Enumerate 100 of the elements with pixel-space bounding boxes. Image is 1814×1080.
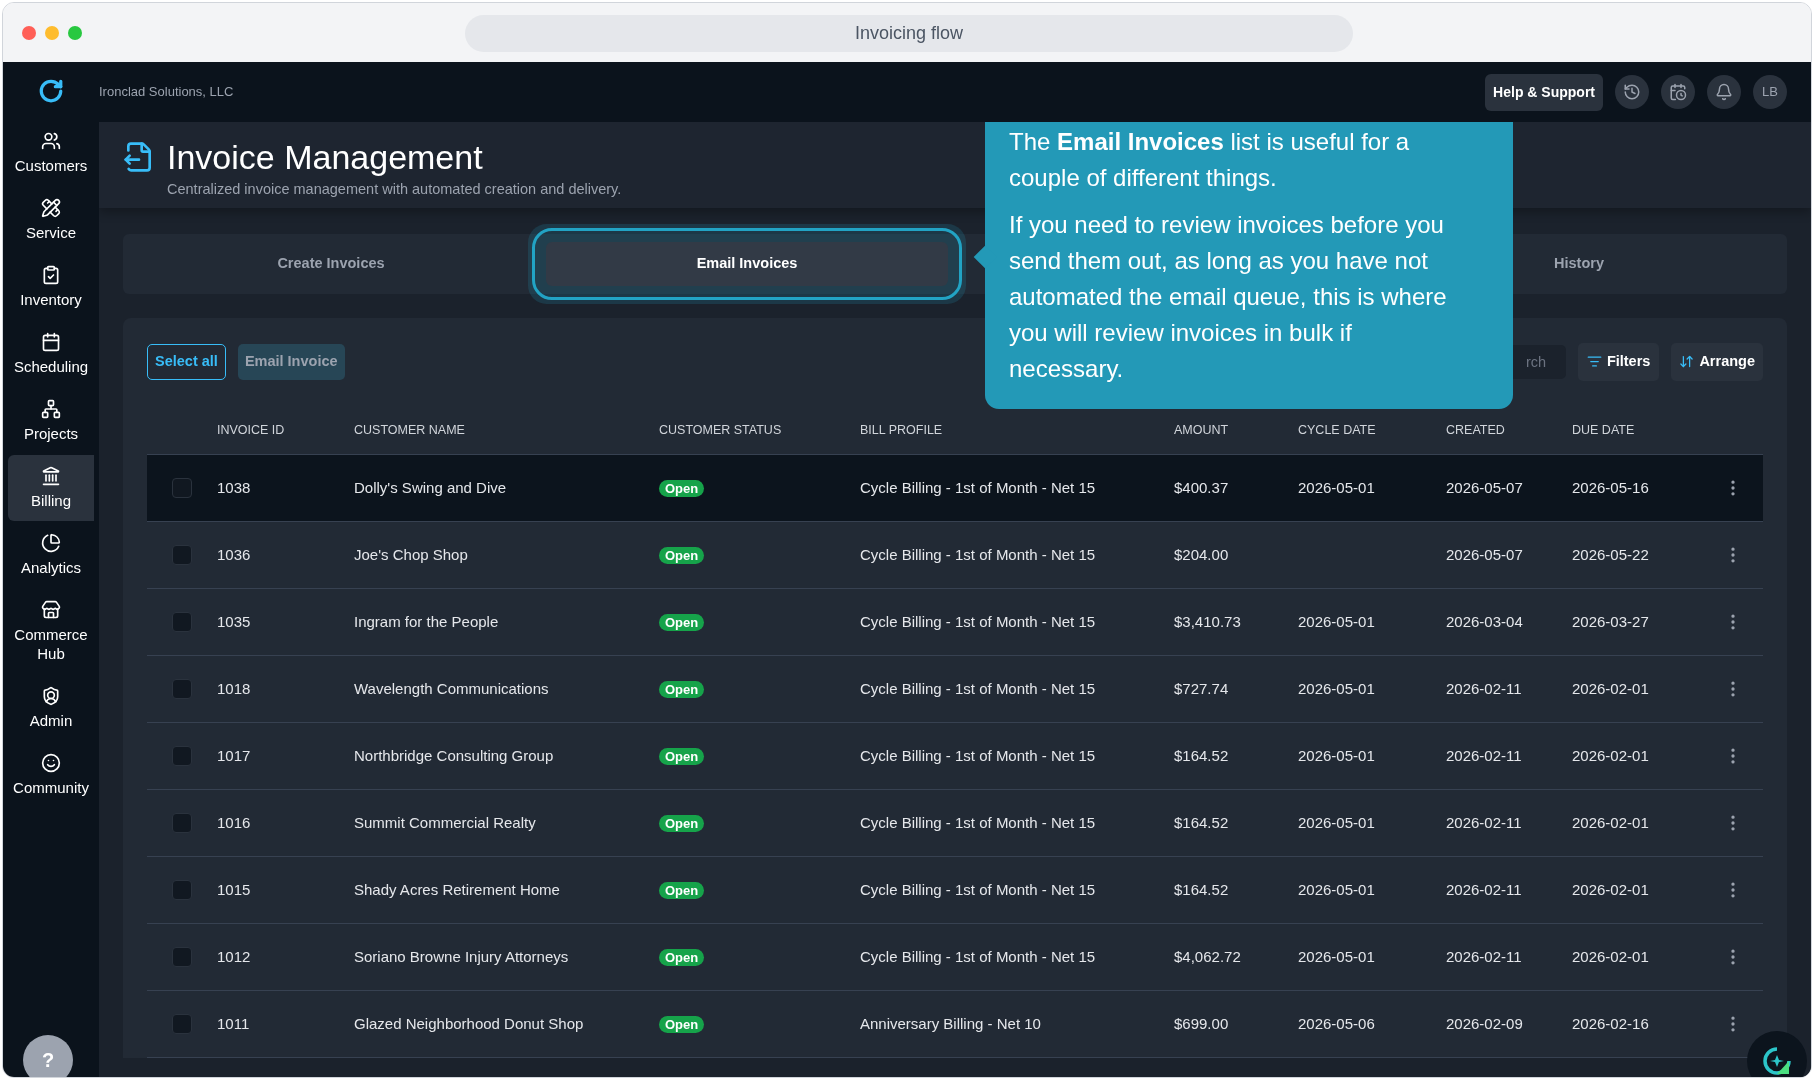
row-checkbox[interactable] — [172, 477, 192, 498]
history-button[interactable] — [1615, 75, 1649, 109]
table-cell: Dolly's Swing and Dive — [354, 478, 507, 496]
sort-icon — [1679, 354, 1695, 370]
nav-item[interactable]: Inventory — [8, 254, 94, 320]
column-header: BILL PROFILE — [860, 422, 944, 440]
logo-icon[interactable] — [38, 78, 64, 104]
table-cell: $400.37 — [1174, 478, 1229, 496]
table-cell: 2026-03-27 — [1572, 612, 1649, 630]
table-cell: 1015 — [217, 880, 251, 898]
company-name: Ironclad Solutions, LLC — [99, 83, 234, 102]
nav-item[interactable]: Projects — [8, 388, 94, 454]
status-pill: Open — [659, 1015, 705, 1033]
calendar-clock-icon — [1669, 83, 1687, 101]
row-checkbox[interactable] — [172, 946, 192, 967]
table-cell: Cycle Billing - 1st of Month - Net 15 — [860, 813, 1096, 831]
table-cell: 1036 — [217, 545, 251, 563]
table-cell: Cycle Billing - 1st of Month - Net 15 — [860, 880, 1096, 898]
table-cell: 2026-05-16 — [1572, 478, 1649, 496]
row-checkbox[interactable] — [172, 812, 192, 833]
page-subtitle: Centralized invoice management with automated creation and delivery. — [167, 180, 622, 199]
bank-icon — [41, 466, 61, 486]
avatar[interactable]: LB — [1753, 75, 1787, 109]
table-cell: $699.00 — [1174, 1014, 1229, 1032]
select-all-button[interactable]: Select all — [147, 344, 226, 380]
assistant-button[interactable] — [1747, 1031, 1807, 1077]
email-invoice-button[interactable]: Email Invoice — [237, 344, 345, 380]
table-cell: 2026-02-01 — [1572, 813, 1649, 831]
nav-item[interactable]: Billing — [8, 455, 94, 521]
store-icon — [41, 600, 61, 620]
nav-label: Billing — [30, 491, 72, 510]
row-checkbox[interactable] — [172, 1013, 192, 1034]
table-cell: 2026-05-07 — [1446, 545, 1523, 563]
table-cell: 2026-02-11 — [1446, 746, 1522, 764]
table-cell: Shady Acres Retirement Home — [354, 880, 560, 898]
status-pill: Open — [659, 546, 705, 564]
tab[interactable]: Email Invoices — [546, 242, 948, 286]
pencil-ruler-icon — [41, 198, 61, 218]
column-header: CREATED — [1446, 422, 1506, 440]
table-cell: Anniversary Billing - Net 10 — [860, 1014, 1041, 1032]
table-cell: 2026-05-06 — [1298, 1014, 1375, 1032]
nav-item[interactable]: Community — [8, 742, 94, 808]
table-cell: Northbridge Consulting Group — [354, 746, 554, 764]
nav-label: Projects — [22, 424, 80, 443]
table-cell: Cycle Billing - 1st of Month - Net 15 — [860, 947, 1096, 965]
table-row[interactable]: 1038 Dolly's Swing and Dive Open Cycle Billing - 1st of Month - Net 15 $400.37 2026-05-01 2026-05-07 2026-05-16 — [147, 454, 1763, 522]
table-cell: 1011 — [217, 1014, 250, 1032]
table-cell: Ingram for the People — [354, 612, 499, 630]
nav-item[interactable]: Service — [8, 187, 94, 253]
nav-item[interactable]: Analytics — [8, 522, 94, 588]
status-pill: Open — [659, 881, 705, 899]
filter-icon — [1586, 354, 1602, 370]
row-checkbox[interactable] — [172, 879, 192, 900]
table-cell: 2026-05-22 — [1572, 545, 1649, 563]
status-pill: Open — [659, 814, 705, 832]
pie-chart-icon — [41, 533, 61, 553]
table-cell: Cycle Billing - 1st of Month - Net 15 — [860, 545, 1096, 563]
column-header: INVOICE ID — [217, 422, 286, 440]
row-checkbox[interactable] — [172, 611, 192, 632]
table-cell: 2026-02-01 — [1572, 679, 1649, 697]
table-cell: $164.52 — [1174, 813, 1229, 831]
column-header: DUE DATE — [1572, 422, 1636, 440]
nav-label: Inventory — [19, 290, 83, 309]
nav-item[interactable]: Scheduling — [8, 321, 94, 387]
table-cell: 2026-05-01 — [1298, 679, 1375, 697]
table-cell: Summit Commercial Realty — [354, 813, 536, 831]
table-cell: Cycle Billing - 1st of Month - Net 15 — [860, 612, 1096, 630]
table-cell: 1035 — [217, 612, 251, 630]
table-cell: 2026-05-01 — [1298, 947, 1375, 965]
table-cell: Soriano Browne Injury Attorneys — [354, 947, 569, 965]
nav-label: Service — [25, 223, 77, 242]
hierarchy-icon — [41, 399, 61, 419]
row-checkbox[interactable] — [172, 678, 192, 699]
address-bar[interactable]: Invoicing flow — [465, 15, 1353, 52]
users-icon — [41, 131, 61, 151]
notifications-button[interactable] — [1707, 75, 1741, 109]
table-cell: $164.52 — [1174, 880, 1229, 898]
nav-label: Scheduling — [12, 357, 90, 376]
tab[interactable]: Create Invoices — [130, 242, 532, 286]
status-pill: Open — [659, 948, 705, 966]
table-cell: 2026-05-01 — [1298, 746, 1375, 764]
row-checkbox[interactable] — [172, 544, 192, 565]
nav-item[interactable]: Customers — [8, 120, 94, 186]
schedule-button[interactable] — [1661, 75, 1695, 109]
table-cell: 2026-02-09 — [1446, 1014, 1523, 1032]
nav-label: Community — [12, 778, 90, 797]
face-icon — [41, 753, 61, 773]
arrange-button[interactable]: Arrange — [1671, 343, 1763, 381]
row-checkbox[interactable] — [172, 745, 192, 766]
help-support-button[interactable]: Help & Support — [1485, 73, 1603, 111]
table-cell: $4,062.72 — [1174, 947, 1241, 965]
shield-user-icon — [41, 686, 61, 706]
filters-button[interactable]: Filters — [1577, 343, 1660, 381]
nav-label: Admin — [28, 711, 74, 730]
table-cell: 1012 — [217, 947, 251, 965]
table-cell: Cycle Billing - 1st of Month - Net 15 — [860, 746, 1096, 764]
status-pill: Open — [659, 747, 705, 765]
nav-label: Customers — [13, 156, 89, 175]
nav-item[interactable]: Admin — [8, 675, 94, 741]
nav-item[interactable]: Commerce Hub — [8, 589, 94, 674]
